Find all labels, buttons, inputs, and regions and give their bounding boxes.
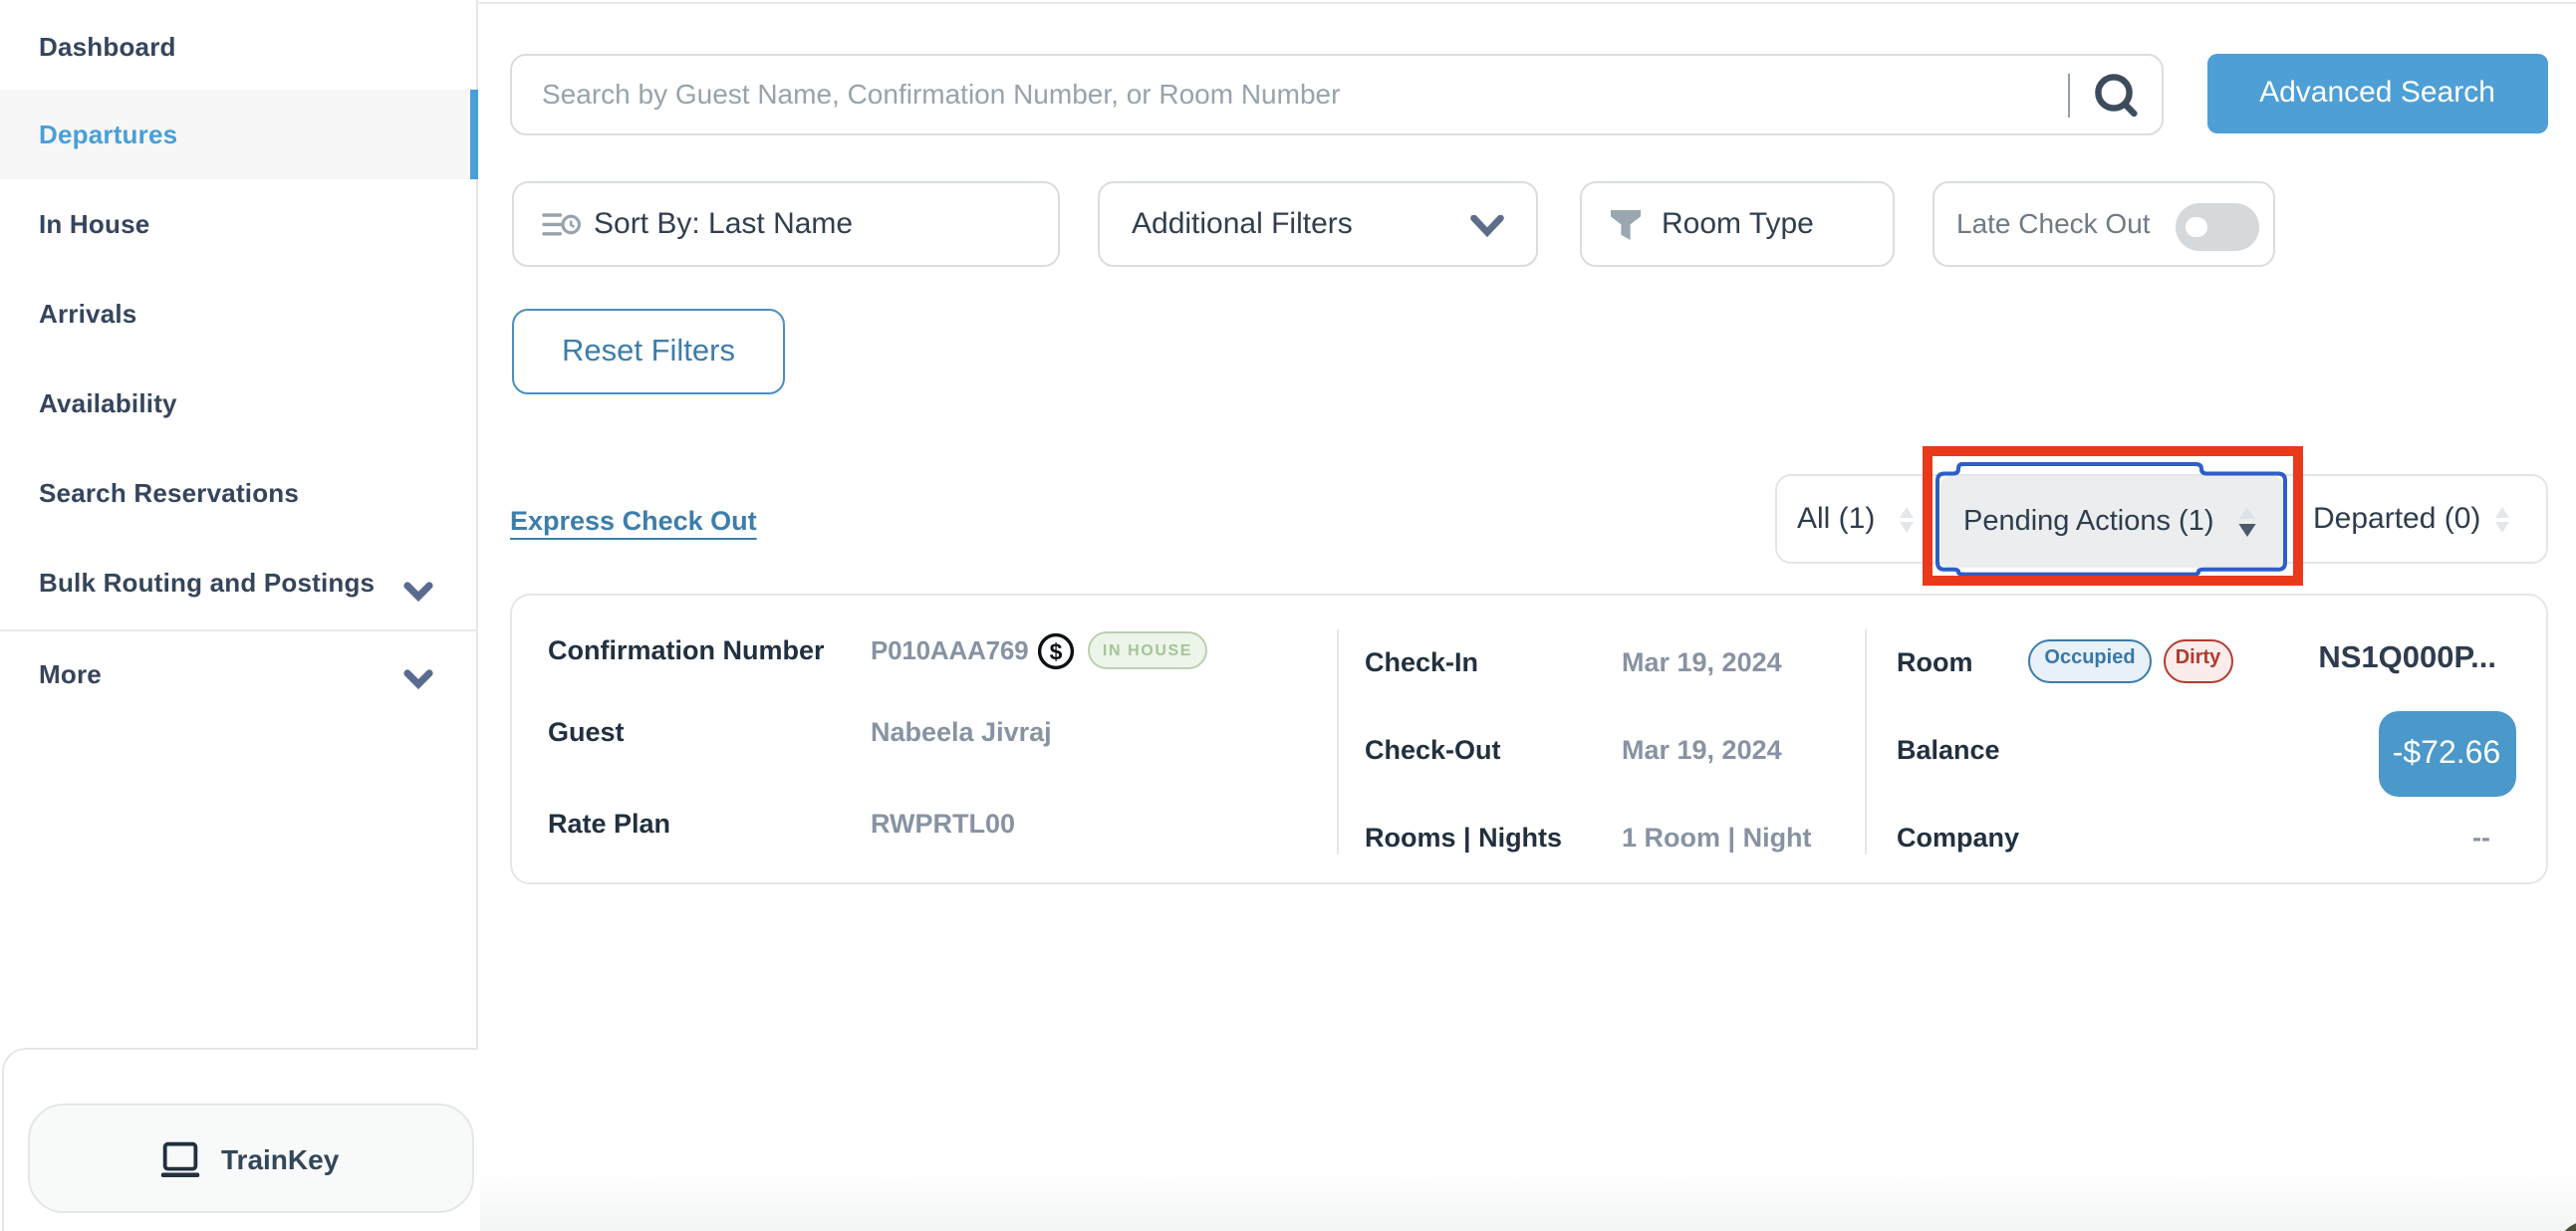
svg-text:$: $ — [1050, 637, 1063, 663]
